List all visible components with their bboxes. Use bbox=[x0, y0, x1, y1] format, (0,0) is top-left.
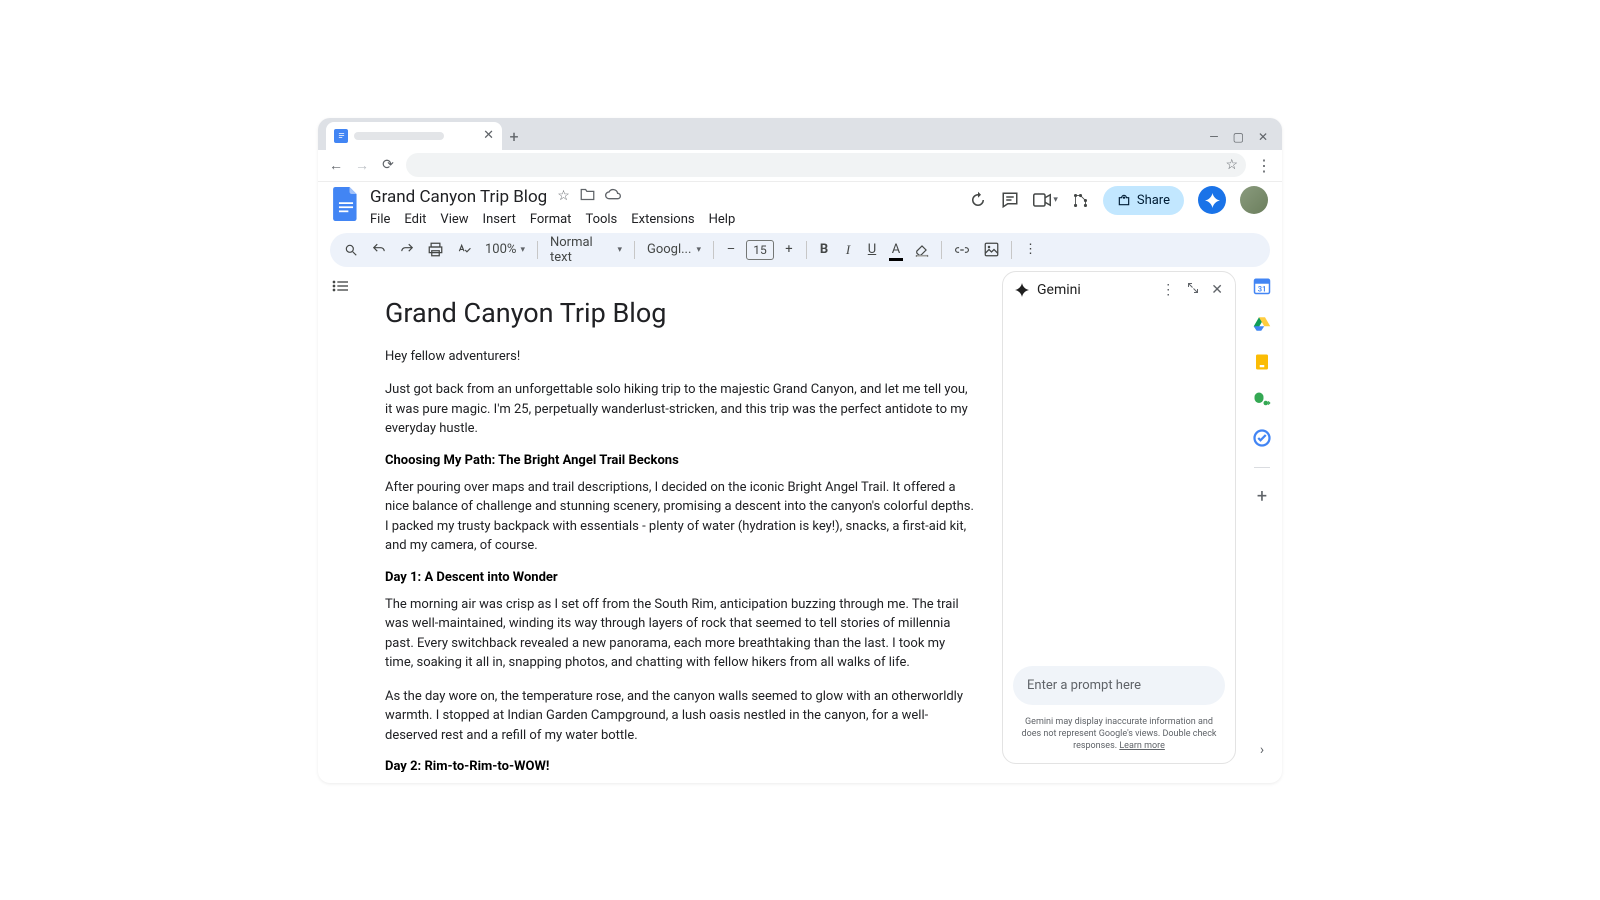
gemini-spark-icon bbox=[1015, 283, 1029, 297]
paragraph-style-select[interactable]: Normal text▾ bbox=[546, 233, 626, 267]
browser-tab-bar: ✕ + — ▢ ✕ bbox=[318, 118, 1282, 150]
bookmark-star-icon[interactable]: ☆ bbox=[1225, 157, 1238, 173]
formatting-toolbar: 100%▾ Normal text▾ Googl...▾ – 15 + B I … bbox=[330, 233, 1270, 267]
font-size-input[interactable]: 15 bbox=[746, 240, 774, 260]
paragraph: The morning air was crisp as I set off f… bbox=[385, 595, 975, 673]
history-icon[interactable] bbox=[969, 191, 987, 209]
contacts-icon[interactable] bbox=[1253, 391, 1271, 409]
document-canvas[interactable]: Grand Canyon Trip Blog Hey fellow advent… bbox=[358, 271, 1002, 772]
subheading: Day 1: A Descent into Wonder bbox=[385, 570, 975, 585]
browser-menu-icon[interactable]: ⋮ bbox=[1256, 156, 1272, 175]
text-color-icon[interactable]: A bbox=[887, 239, 905, 260]
comments-icon[interactable] bbox=[1001, 191, 1019, 209]
tab-title-placeholder bbox=[354, 132, 444, 140]
undo-icon[interactable] bbox=[368, 240, 390, 260]
address-input[interactable]: ☆ bbox=[406, 153, 1246, 177]
document-title[interactable]: Grand Canyon Trip Blog bbox=[370, 187, 547, 207]
browser-address-bar: ← → ⟳ ☆ ⋮ bbox=[318, 150, 1282, 182]
menu-file[interactable]: File bbox=[370, 212, 390, 227]
menu-format[interactable]: Format bbox=[530, 212, 572, 227]
docs-logo-icon[interactable] bbox=[332, 186, 360, 222]
bold-icon[interactable]: B bbox=[815, 239, 833, 260]
paragraph: As the day wore on, the temperature rose… bbox=[385, 687, 975, 746]
gemini-disclaimer: Gemini may display inaccurate informatio… bbox=[1003, 713, 1235, 762]
menubar: File Edit View Insert Format Tools Exten… bbox=[370, 208, 959, 233]
tasks-icon[interactable] bbox=[1253, 429, 1271, 447]
reload-icon[interactable]: ⟳ bbox=[380, 157, 396, 173]
gemini-sparkle-button[interactable] bbox=[1198, 186, 1226, 214]
forward-icon[interactable]: → bbox=[354, 157, 370, 174]
paragraph: Hey fellow adventurers! bbox=[385, 347, 975, 367]
document-heading: Grand Canyon Trip Blog bbox=[385, 297, 975, 329]
gemini-side-panel: Gemini ⋮ ✕ Enter a prompt here Gemini ma… bbox=[1002, 271, 1236, 764]
back-icon[interactable]: ← bbox=[328, 157, 344, 174]
zoom-select[interactable]: 100%▾ bbox=[481, 240, 529, 259]
search-icon[interactable] bbox=[340, 240, 362, 260]
cloud-status-icon[interactable] bbox=[605, 188, 621, 205]
menu-edit[interactable]: Edit bbox=[404, 212, 426, 227]
gemini-panel-title: Gemini bbox=[1037, 282, 1081, 298]
apps-icon[interactable] bbox=[1072, 192, 1089, 209]
menu-view[interactable]: View bbox=[440, 212, 468, 227]
minimize-window-icon[interactable]: — bbox=[1209, 130, 1218, 144]
increase-font-icon[interactable]: + bbox=[780, 239, 798, 260]
share-button[interactable]: Share bbox=[1103, 186, 1184, 215]
gemini-menu-icon[interactable]: ⋮ bbox=[1161, 282, 1175, 298]
highlight-icon[interactable] bbox=[911, 240, 933, 260]
google-side-rail: 31 + › bbox=[1242, 271, 1282, 772]
keep-icon[interactable] bbox=[1253, 353, 1271, 371]
redo-icon[interactable] bbox=[396, 240, 418, 260]
image-icon[interactable] bbox=[980, 239, 1003, 260]
calendar-icon[interactable]: 31 bbox=[1253, 277, 1271, 295]
drive-icon[interactable] bbox=[1253, 315, 1271, 333]
add-addon-icon[interactable]: + bbox=[1253, 488, 1271, 506]
paragraph: After pouring over maps and trail descri… bbox=[385, 478, 975, 556]
subheading: Day 2: Rim-to-Rim-to-WOW! bbox=[385, 759, 975, 772]
collapse-rail-icon[interactable]: › bbox=[1260, 742, 1264, 758]
meet-icon[interactable]: ▾ bbox=[1033, 193, 1058, 207]
spellcheck-icon[interactable] bbox=[453, 240, 475, 260]
paragraph: Just got back from an unforgettable solo… bbox=[385, 380, 975, 439]
maximize-window-icon[interactable]: ▢ bbox=[1233, 130, 1244, 144]
learn-more-link[interactable]: Learn more bbox=[1119, 741, 1165, 751]
new-tab-button[interactable]: + bbox=[502, 127, 526, 150]
decrease-font-icon[interactable]: – bbox=[722, 239, 740, 260]
browser-tab[interactable]: ✕ bbox=[326, 122, 502, 150]
gemini-prompt-input[interactable]: Enter a prompt here bbox=[1013, 666, 1225, 705]
menu-extensions[interactable]: Extensions bbox=[631, 212, 694, 227]
gemini-close-icon[interactable]: ✕ bbox=[1211, 282, 1223, 298]
link-icon[interactable] bbox=[950, 240, 974, 260]
gemini-expand-icon[interactable] bbox=[1187, 282, 1199, 298]
docs-header: Grand Canyon Trip Blog ☆ File Edit View … bbox=[318, 182, 1282, 233]
share-button-label: Share bbox=[1137, 193, 1170, 208]
subheading: Choosing My Path: The Bright Angel Trail… bbox=[385, 453, 975, 468]
menu-tools[interactable]: Tools bbox=[585, 212, 617, 227]
docs-favicon bbox=[334, 129, 348, 143]
font-select[interactable]: Googl...▾ bbox=[643, 240, 705, 259]
star-document-icon[interactable]: ☆ bbox=[557, 188, 570, 205]
close-tab-icon[interactable]: ✕ bbox=[483, 128, 494, 143]
outline-toggle-icon[interactable] bbox=[332, 277, 348, 296]
print-icon[interactable] bbox=[424, 239, 447, 260]
account-avatar[interactable] bbox=[1240, 186, 1268, 214]
svg-text:31: 31 bbox=[1258, 284, 1267, 293]
menu-help[interactable]: Help bbox=[709, 212, 736, 227]
close-window-icon[interactable]: ✕ bbox=[1258, 130, 1268, 144]
move-document-icon[interactable] bbox=[580, 188, 595, 205]
more-toolbar-icon[interactable]: ⋮ bbox=[1020, 239, 1041, 260]
menu-insert[interactable]: Insert bbox=[483, 212, 516, 227]
italic-icon[interactable]: I bbox=[839, 239, 857, 261]
underline-icon[interactable]: U bbox=[863, 239, 881, 260]
